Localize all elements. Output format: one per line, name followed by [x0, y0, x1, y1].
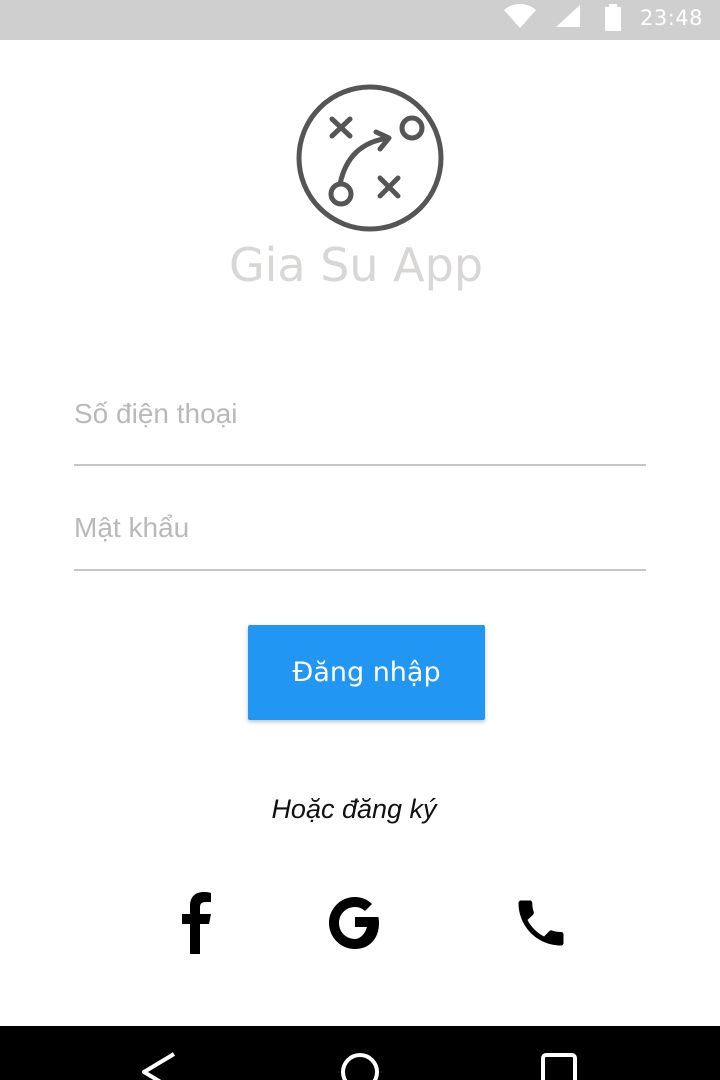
back-icon[interactable] [140, 1052, 178, 1080]
strategy-play-icon [296, 84, 444, 232]
register-prompt: Hoặc đăng ký [271, 794, 437, 824]
status-clock: 23:48 [640, 6, 704, 30]
phone-input[interactable] [74, 398, 646, 430]
home-icon[interactable] [340, 1052, 380, 1080]
google-login-button[interactable] [322, 890, 388, 956]
navigation-bar [0, 1026, 720, 1080]
password-input[interactable] [74, 512, 646, 544]
facebook-icon [182, 892, 211, 954]
phone-icon [518, 900, 564, 946]
signal-icon [556, 5, 580, 27]
login-button[interactable]: Đăng nhập [248, 625, 485, 720]
battery-icon [605, 4, 621, 31]
app-title: Gia Su App [228, 238, 484, 292]
recents-icon[interactable] [540, 1052, 578, 1080]
password-field[interactable] [74, 512, 646, 571]
facebook-login-button[interactable] [166, 890, 226, 956]
phone-login-button[interactable] [506, 890, 576, 956]
status-bar: 23:48 [0, 0, 720, 40]
wifi-icon [504, 4, 536, 28]
google-icon [329, 897, 379, 949]
phone-field[interactable] [74, 398, 646, 466]
login-button-label: Đăng nhập [292, 657, 441, 688]
